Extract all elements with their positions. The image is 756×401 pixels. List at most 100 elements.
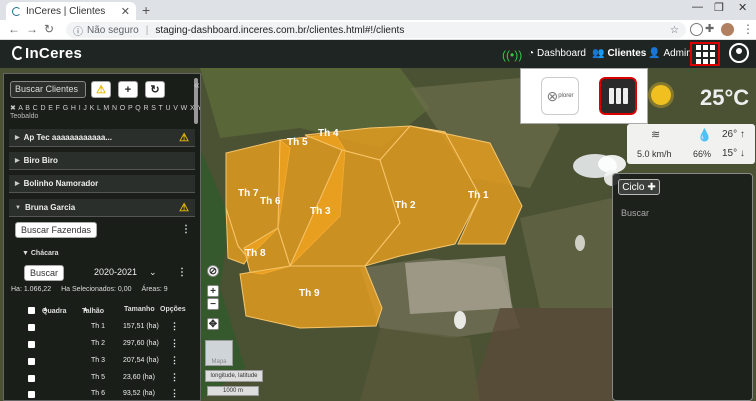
season-select[interactable]: 2020-2021 ⌄ [94, 267, 157, 278]
xplorer-app-tile[interactable]: ⊗ plorer [541, 77, 579, 115]
client-row-expanded[interactable]: ▼ Bruna Garcia ⚠ [9, 199, 195, 217]
field-label: Th 9 [299, 288, 320, 299]
wind-speed: 5.0 km/h [637, 149, 672, 159]
table-row[interactable]: Th 1 157,51 (ha) ⋮ [4, 321, 200, 337]
search-farms-button[interactable]: Buscar Fazendas [15, 222, 98, 238]
caret-right-icon: ▶ [15, 181, 20, 187]
partial-client-row: Teobaldo [10, 113, 39, 120]
select-all-checkbox[interactable] [28, 307, 35, 314]
address-bar[interactable]: ⓘ Não seguro | staging-dashboard.inceres… [66, 22, 686, 38]
alphabet-filter[interactable]: ✖ A B C D E F G H I J K L M N O P Q R S … [10, 104, 200, 112]
browser-toolbar: ← → ↻ ⓘ Não seguro | staging-dashboard.i… [0, 20, 756, 40]
add-ciclo-button[interactable]: Ciclo ✚ [618, 179, 660, 195]
season-value: 2020-2021 [94, 267, 138, 277]
forward-icon[interactable]: → [26, 22, 38, 36]
caret-right-icon: ▶ [15, 158, 20, 164]
row-options-icon[interactable]: ⋮ [170, 321, 179, 332]
apps-grid-button[interactable] [690, 42, 720, 66]
clients-panel: Buscar Clientes ⚠ + ↻ ✖ A B C D E F G H … [3, 73, 201, 401]
row-checkbox[interactable] [28, 358, 35, 365]
client-row[interactable]: ▶ Ap Tec aaaaaaaaaaaa... ⚠ [9, 129, 195, 147]
refresh-button[interactable]: ↻ [145, 81, 165, 98]
compass-icon[interactable]: ⊘ [207, 265, 219, 277]
nav-admin[interactable]: 👤 Admin [648, 48, 692, 59]
row-checkbox[interactable] [28, 375, 35, 382]
bookmark-star-icon[interactable]: ☆ [670, 25, 679, 36]
nav-clientes[interactable]: 👥 Clientes [592, 48, 646, 59]
row-checkbox[interactable] [28, 324, 35, 331]
row-options-icon[interactable]: ⋮ [170, 388, 179, 399]
browser-tabstrip: InCeres | Clientes ✕ + — ❐ ✕ [0, 0, 756, 20]
refresh-icon: ↻ [150, 84, 160, 96]
col-talhao-label: Talhão [82, 308, 105, 315]
plus-icon: ✚ [647, 181, 656, 193]
col-tamanho[interactable]: Tamanho [124, 306, 155, 313]
client-row[interactable]: ▶ Bolinho Namorador [9, 175, 195, 193]
inceres-logo[interactable]: InCeres [12, 45, 82, 62]
temp-max: 26° ↑ [722, 129, 745, 140]
nav-clientes-label: Clientes [607, 48, 647, 59]
nav-dashboard[interactable]: ◔ Dashboard [528, 48, 586, 59]
temp-min: 15° ↓ [722, 148, 745, 159]
search-clients-input[interactable]: Buscar Clientes [10, 81, 86, 98]
farm-name: Chácara [30, 250, 59, 257]
total-area: Ha: 1.066,22 [11, 286, 52, 293]
table-row[interactable]: Th 3 207,54 (ha) ⋮ [4, 355, 200, 371]
row-size: 157,51 (ha) [123, 323, 159, 330]
row-options-icon[interactable]: ⋮ [170, 338, 179, 349]
area-stats: Ha: 1.066,22 Ha Selecionados: 0,00 Áreas… [11, 286, 168, 293]
browser-tab[interactable]: InCeres | Clientes ✕ [6, 2, 136, 20]
menu-dots-icon[interactable]: ⋮ [742, 22, 754, 36]
new-tab-icon[interactable]: + [142, 2, 150, 18]
reload-icon[interactable]: ↻ [44, 22, 54, 36]
caret-down-icon: ▼ [22, 250, 31, 257]
close-window-icon[interactable]: ✕ [738, 1, 747, 14]
collapse-panel-icon[interactable]: « [194, 80, 206, 94]
back-icon[interactable]: ← [8, 22, 20, 36]
zoom-in-button[interactable]: + [207, 285, 219, 297]
row-checkbox[interactable] [28, 341, 35, 348]
user-avatar-icon[interactable] [729, 43, 749, 63]
add-client-button[interactable]: + [118, 81, 138, 98]
basemap-thumbnail[interactable]: Mapa [205, 340, 233, 366]
ciclo-search-input[interactable]: Buscar [621, 208, 649, 218]
admin-icon: 👤 [648, 48, 661, 59]
row-checkbox[interactable] [28, 391, 35, 398]
table-row[interactable]: Th 6 93,52 (ha) ⋮ [4, 388, 200, 400]
droplet-icon: 💧 [697, 128, 712, 142]
profile-icon[interactable] [721, 23, 734, 36]
fullscreen-move-icon[interactable]: ✥ [207, 318, 219, 330]
minimize-icon[interactable]: — [692, 1, 703, 13]
warning-filter-button[interactable]: ⚠ [91, 81, 111, 98]
info-icon: ⓘ [73, 26, 83, 38]
client-row[interactable]: ▶ Biro Biro [9, 152, 195, 170]
ciclo-panel: Ciclo ✚ Buscar [612, 173, 753, 401]
row-options-icon[interactable]: ⋮ [170, 355, 179, 366]
table-row[interactable]: Th 2 297,60 (ha) ⋮ [4, 338, 200, 354]
row-options-icon[interactable]: ⋮ [170, 372, 179, 383]
address-separator: | [145, 24, 149, 36]
users-icon: 👥 [592, 48, 605, 59]
row-name: Th 1 [91, 323, 106, 330]
table-row[interactable]: Th 5 23,60 (ha) ⋮ [4, 372, 200, 388]
zoom-out-button[interactable]: − [207, 298, 219, 310]
maximize-icon[interactable]: ❐ [714, 1, 724, 14]
humidity: 66% [693, 149, 712, 159]
chevron-down-icon: ⌄ [149, 267, 157, 277]
farm-header[interactable]: ▼ Chácara [22, 250, 59, 257]
row-size: 93,52 (ha) [123, 390, 155, 397]
col-quadra[interactable]: Quadra ▲ [42, 306, 67, 315]
close-tab-icon[interactable]: ✕ [121, 5, 130, 18]
col-talhao[interactable]: Talhão ▲ [82, 306, 104, 315]
farm-options-icon[interactable]: ⋮ [177, 267, 187, 278]
app-tile-selected[interactable] [598, 76, 638, 116]
search-button[interactable]: Buscar [24, 265, 65, 281]
client-name: Biro Biro [23, 156, 58, 165]
extension-icon[interactable] [690, 23, 703, 36]
row-name: Th 5 [91, 374, 106, 381]
puzzle-icon[interactable]: ✚ [705, 22, 714, 35]
warning-icon: ⚠ [179, 202, 189, 214]
basemap-label: Mapa [211, 359, 227, 365]
client-options-icon[interactable]: ⋮ [181, 224, 191, 235]
row-name: Th 6 [91, 390, 106, 397]
